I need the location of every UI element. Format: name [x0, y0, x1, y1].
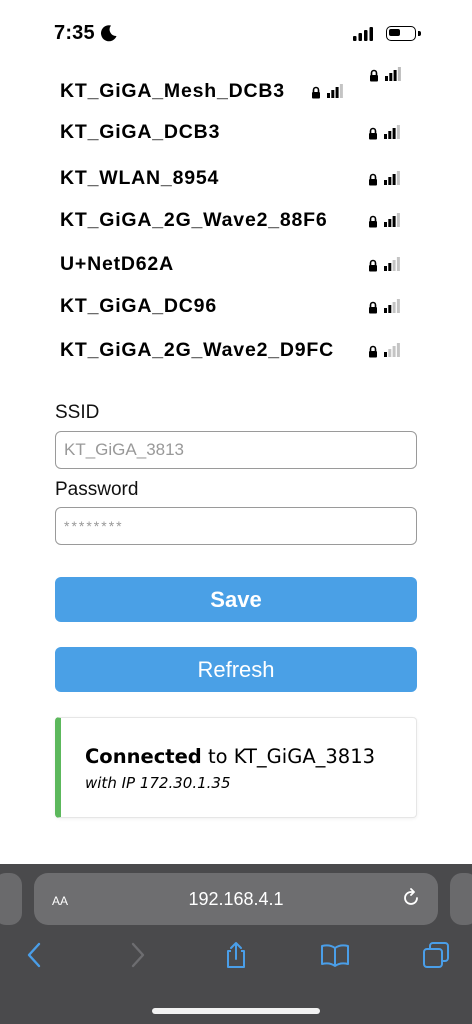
network-item[interactable]: KT_GiGA_Mesh_DCB3 [60, 80, 285, 103]
ssid-input[interactable]: KT_GiGA_3813 [55, 431, 417, 469]
password-input[interactable]: ******** [55, 507, 417, 545]
connected-ssid: to KT_GiGA_3813 [201, 745, 376, 768]
password-label: Password [55, 479, 139, 500]
network-item-icons [368, 210, 400, 228]
network-item-icons [368, 296, 400, 314]
network-item[interactable]: U+NetD62A [60, 253, 174, 276]
wifi-signal-icon [384, 299, 400, 313]
network-item[interactable]: KT_GiGA_DCB3 [60, 121, 220, 144]
ssid-label: SSID [55, 402, 100, 423]
ip-address-text: with IP 172.30.1.35 [85, 774, 231, 792]
partial-network-icons [369, 64, 401, 82]
connection-status-text: Connected to KT_GiGA_3813 [85, 745, 375, 768]
status-bar: 7:35 [0, 0, 472, 70]
home-indicator [152, 1008, 320, 1014]
lock-icon [369, 173, 377, 186]
cellular-signal-icon [353, 27, 373, 41]
back-icon[interactable] [20, 940, 50, 970]
network-item[interactable]: KT_GiGA_2G_Wave2_D9FC [60, 339, 334, 362]
share-icon[interactable] [221, 940, 251, 970]
battery-icon [386, 26, 416, 41]
wifi-signal-icon [327, 84, 343, 98]
do-not-disturb-moon-icon [100, 25, 117, 42]
network-item-icons [368, 168, 400, 186]
wifi-signal-icon [384, 257, 400, 271]
connection-status-card: Connected to KT_GiGA_3813 with IP 172.30… [55, 717, 417, 818]
wifi-signal-icon [385, 67, 401, 81]
lock-icon [369, 259, 377, 272]
wifi-signal-icon [384, 343, 400, 357]
status-time: 7:35 [54, 22, 95, 44]
refresh-button[interactable]: Refresh [55, 647, 417, 692]
connected-label: Connected [85, 745, 202, 768]
lock-icon [312, 86, 320, 99]
lock-icon [369, 215, 377, 228]
network-item-icons [311, 81, 343, 99]
lock-icon [369, 301, 377, 314]
wifi-signal-icon [384, 213, 400, 227]
network-item[interactable]: KT_WLAN_8954 [60, 167, 219, 190]
reload-icon[interactable] [400, 887, 422, 909]
forward-icon[interactable] [122, 940, 152, 970]
save-button[interactable]: Save [55, 577, 417, 622]
network-item[interactable]: KT_GiGA_DC96 [60, 295, 217, 318]
network-item[interactable]: KT_GiGA_2G_Wave2_88F6 [60, 209, 328, 232]
lock-icon [369, 345, 377, 358]
wifi-signal-icon [384, 125, 400, 139]
lock-icon [370, 69, 378, 82]
bookmarks-icon[interactable] [320, 940, 350, 970]
wifi-signal-icon [384, 171, 400, 185]
lock-icon [369, 127, 377, 140]
network-item-icons [368, 254, 400, 272]
tabs-icon[interactable] [421, 940, 451, 970]
network-item-icons [368, 340, 400, 358]
network-item-icons [368, 122, 400, 140]
